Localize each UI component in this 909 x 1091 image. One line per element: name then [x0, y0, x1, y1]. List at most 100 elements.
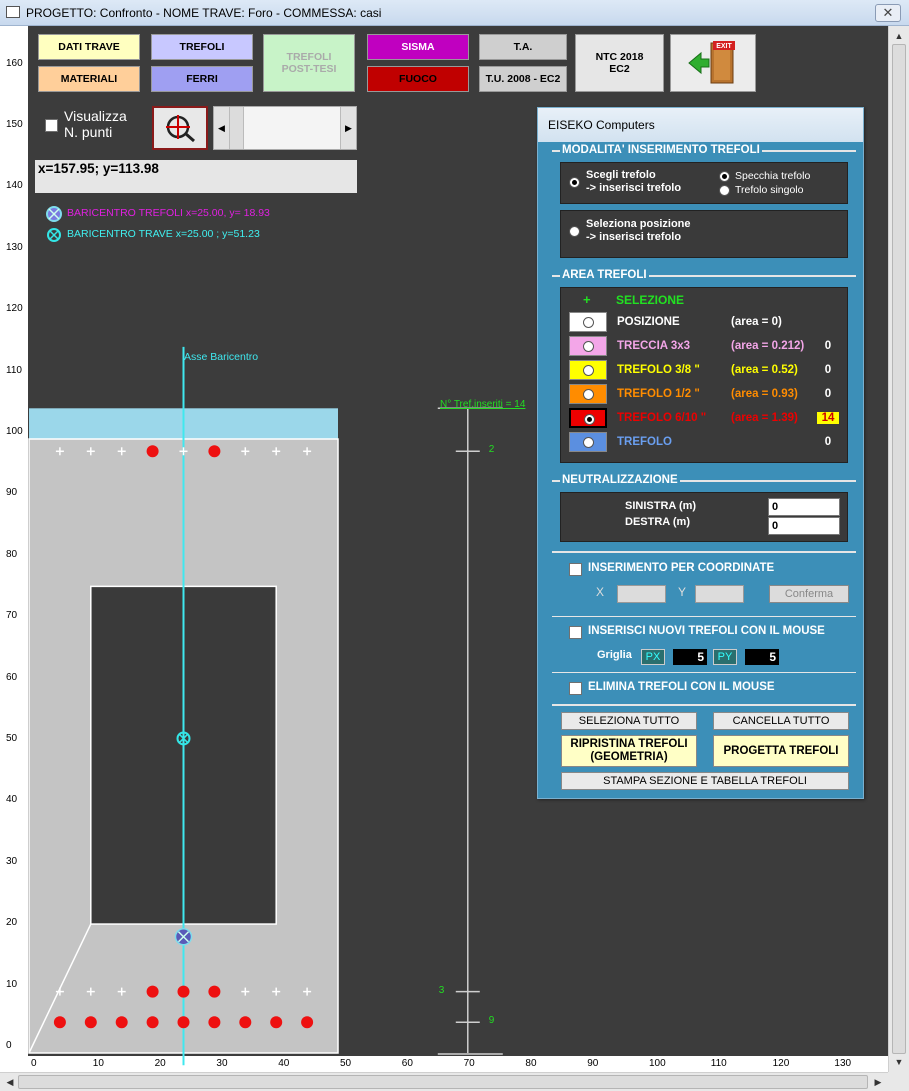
- strand-type-radio[interactable]: [583, 341, 594, 352]
- y-tick-label: 90: [6, 487, 18, 499]
- specchia-label: Specchia trefolo: [735, 170, 811, 182]
- scegli-box: Scegli trefolo -> inserisci trefolo Spec…: [560, 162, 848, 204]
- baricentro-trefoli-icon: [46, 206, 62, 222]
- strand-type-swatch[interactable]: [569, 336, 607, 356]
- cancella-tutto-button[interactable]: CANCELLA TUTTO: [713, 712, 849, 730]
- strand-type-name: TREFOLO: [617, 436, 672, 448]
- materiali-button[interactable]: MATERIALI: [38, 66, 140, 92]
- strand-type-swatch[interactable]: [569, 432, 607, 452]
- strand-dot[interactable]: [146, 1016, 159, 1029]
- singolo-radio[interactable]: [719, 185, 730, 196]
- strand-dot[interactable]: [239, 1016, 252, 1029]
- stampa-button[interactable]: STAMPA SEZIONE E TABELLA TREFOLI: [561, 772, 849, 790]
- scegli-radio[interactable]: [569, 177, 580, 188]
- strand-dot[interactable]: [208, 445, 221, 458]
- strand-dot[interactable]: [53, 1016, 66, 1029]
- elimina-checkbox[interactable]: [569, 682, 582, 695]
- y-tick-label: 120: [6, 303, 23, 315]
- dati-trave-button[interactable]: DATI TRAVE: [38, 34, 140, 60]
- y-tick-label: 160: [6, 57, 23, 69]
- ripristina-trefoli-button[interactable]: RIPRISTINA TREFOLI (GEOMETRIA): [561, 735, 697, 767]
- strand-type-radio[interactable]: [583, 317, 594, 328]
- window-title: PROGETTO: Confronto - NOME TRAVE: Foro -…: [26, 6, 382, 20]
- x-input[interactable]: [617, 585, 666, 603]
- px-input[interactable]: 5: [673, 649, 707, 665]
- sinistra-input[interactable]: 0: [768, 498, 840, 516]
- specchia-radio[interactable]: [719, 171, 730, 182]
- py-label: PY: [713, 649, 737, 665]
- strand-type-radio[interactable]: [583, 437, 594, 448]
- vertical-scrollbar[interactable]: ▲ ▼: [888, 26, 909, 1072]
- scroll-right-icon[interactable]: ▶: [870, 1074, 886, 1090]
- strand-dot[interactable]: [177, 1016, 190, 1029]
- fuoco-button[interactable]: FUOCO: [367, 66, 469, 92]
- strand-type-swatch[interactable]: [569, 360, 607, 380]
- trefoli-button[interactable]: TREFOLI: [151, 34, 253, 60]
- scroll-down-icon[interactable]: ▼: [891, 1054, 907, 1070]
- strand-type-radio[interactable]: [584, 414, 595, 425]
- plus-icon: +: [583, 292, 591, 307]
- strand-type-radio[interactable]: [583, 365, 594, 376]
- strand-type-swatch[interactable]: [569, 384, 607, 404]
- tu2008-button[interactable]: T.U. 2008 - EC2: [479, 66, 567, 92]
- y-input[interactable]: [695, 585, 744, 603]
- horizontal-scroll-thumb[interactable]: [18, 1075, 868, 1089]
- ntc2018-button[interactable]: NTC 2018 EC2: [575, 34, 664, 92]
- baricentro-trave-label: BARICENTRO TRAVE x=25.00 ; y=51.23: [67, 228, 260, 240]
- strand-dot[interactable]: [208, 1016, 221, 1029]
- ta-button[interactable]: T.A.: [479, 34, 567, 60]
- zoom-button[interactable]: [152, 106, 208, 150]
- eiseko-panel[interactable]: EISEKO Computers MODALITA' INSERIMENTO T…: [537, 107, 864, 799]
- strand-dot[interactable]: [270, 1016, 283, 1029]
- strand-type-radio[interactable]: [583, 389, 594, 400]
- strand-dot[interactable]: [301, 1016, 314, 1029]
- visualizza-line2: N. punti: [64, 124, 113, 140]
- progetta-trefoli-button[interactable]: PROGETTA TREFOLI: [713, 735, 849, 767]
- seleziona-box: Seleziona posizione -> inserisci trefolo: [560, 210, 848, 258]
- ntc-line2: EC2: [609, 63, 630, 75]
- points-scroller[interactable]: ◀ ▶: [213, 106, 357, 150]
- neutralizzazione-title: NEUTRALIZZAZIONE: [560, 473, 680, 487]
- ferri-button[interactable]: FERRI: [151, 66, 253, 92]
- strand-type-area: (area = 1.39): [731, 412, 798, 424]
- exit-button[interactable]: EXIT: [670, 34, 756, 92]
- scroll-left-icon[interactable]: ◀: [2, 1074, 18, 1090]
- y-tick-label: 20: [6, 917, 18, 929]
- strand-type-count: 0: [824, 364, 832, 376]
- close-button[interactable]: ✕: [875, 4, 901, 22]
- visualizza-checkbox[interactable]: [45, 119, 58, 132]
- strand-type-swatch[interactable]: [569, 408, 607, 428]
- scroller-left-arrow-icon[interactable]: ◀: [214, 107, 230, 149]
- strand-dot[interactable]: [146, 985, 159, 998]
- panel-title[interactable]: EISEKO Computers: [538, 108, 863, 142]
- scroller-thumb[interactable]: [230, 107, 244, 149]
- mouse-insert-checkbox[interactable]: [569, 626, 582, 639]
- scroller-right-arrow-icon[interactable]: ▶: [340, 107, 356, 149]
- sisma-button[interactable]: SISMA: [367, 34, 469, 60]
- strand-dot[interactable]: [115, 1016, 128, 1029]
- singolo-label: Trefolo singolo: [735, 184, 804, 196]
- scroll-up-icon[interactable]: ▲: [891, 28, 907, 44]
- coordinate-checkbox[interactable]: [569, 563, 582, 576]
- asse-baricentro-label: Asse Baricentro: [184, 351, 259, 363]
- seleziona-radio[interactable]: [569, 226, 580, 237]
- strand-dot[interactable]: [208, 985, 221, 998]
- y-tick-label: 100: [6, 426, 23, 437]
- y-tick-label: 140: [6, 180, 23, 192]
- strand-dot[interactable]: [146, 445, 159, 458]
- strand-type-swatch[interactable]: [569, 312, 607, 332]
- seleziona-line1: Seleziona posizione: [586, 218, 691, 230]
- destra-input[interactable]: 0: [768, 517, 840, 535]
- modalita-group: MODALITA' INSERIMENTO TREFOLI Scegli tre…: [552, 143, 856, 264]
- horizontal-scrollbar[interactable]: ◀ ▶: [0, 1072, 888, 1091]
- strand-dot[interactable]: [177, 985, 190, 998]
- px-label: PX: [641, 649, 665, 665]
- conferma-button[interactable]: Conferma: [769, 585, 849, 603]
- strand-dot[interactable]: [84, 1016, 97, 1029]
- vertical-scroll-thumb[interactable]: [892, 44, 906, 1054]
- seleziona-tutto-button[interactable]: SELEZIONA TUTTO: [561, 712, 697, 730]
- divider-4: [552, 704, 856, 706]
- py-input[interactable]: 5: [745, 649, 779, 665]
- tref-inseriti-label: N° Tref.inseriti = 14: [440, 399, 526, 410]
- trefoli-post-tesi-button[interactable]: TREFOLI POST-TESI: [263, 34, 355, 92]
